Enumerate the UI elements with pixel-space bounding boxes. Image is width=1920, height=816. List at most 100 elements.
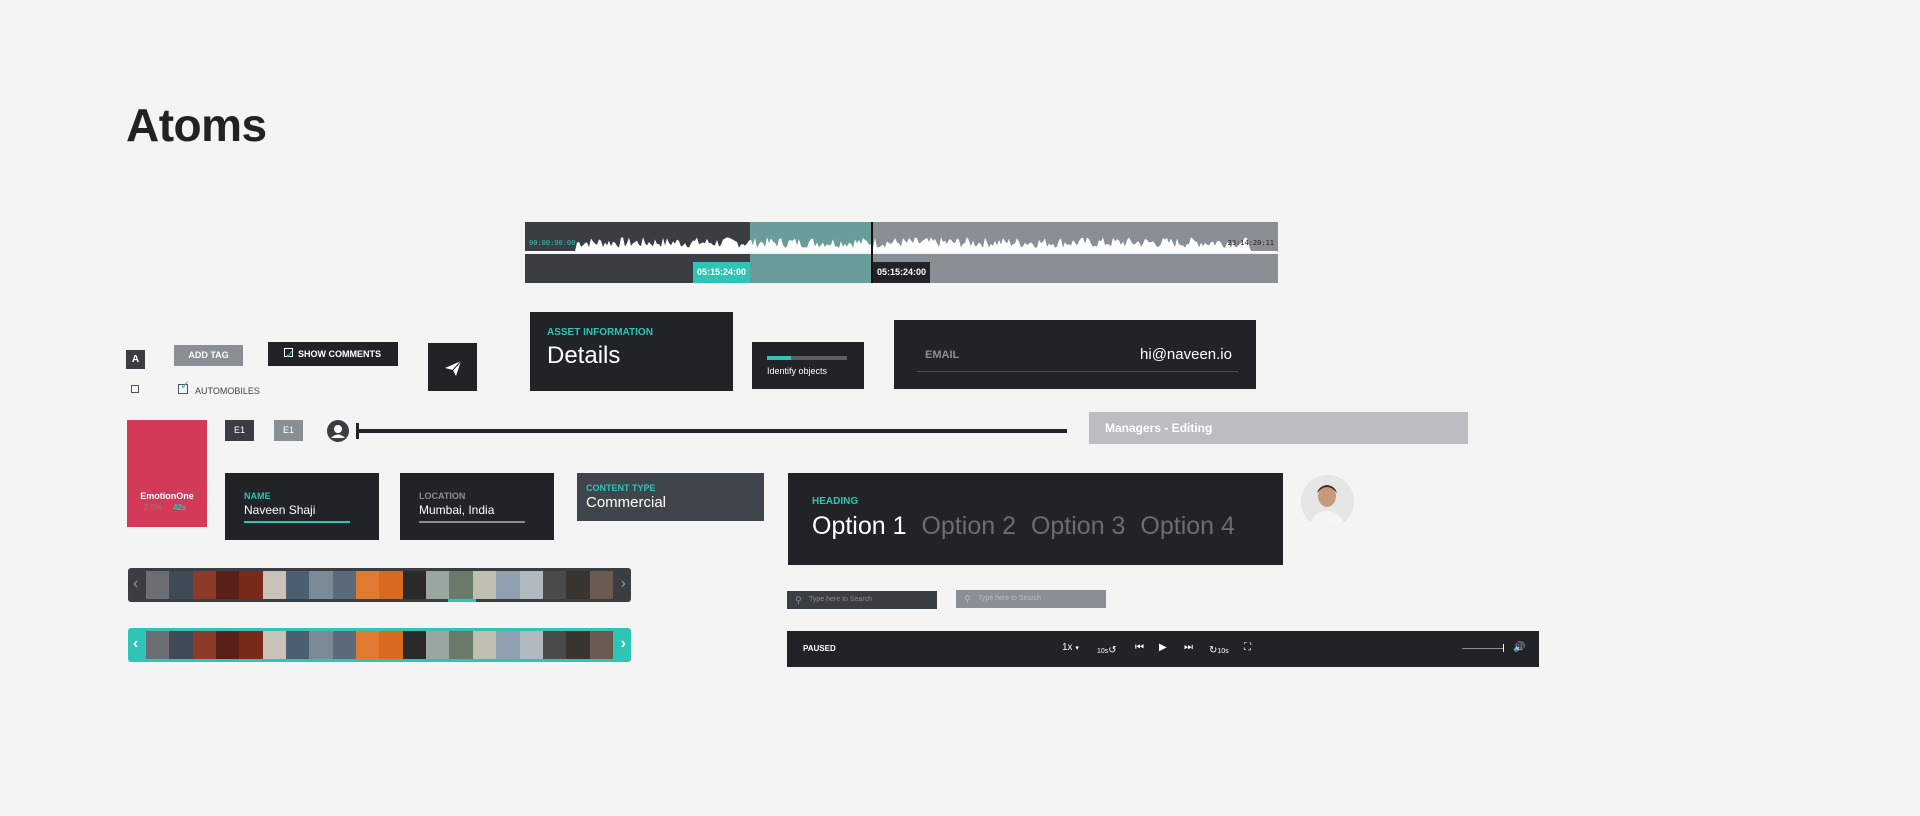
filmstrip-frame[interactable] [239,631,263,659]
avatar[interactable] [1301,475,1354,528]
filmstrip-frame[interactable] [426,571,450,599]
search-input-light[interactable]: ⚲ Type here to Search [956,590,1106,608]
send-button[interactable] [428,343,477,391]
filmstrip-frame[interactable] [566,571,590,599]
identify-objects-progress: Identify objects [752,342,864,389]
filmstrip-frame[interactable] [192,571,217,599]
filmstrip-frame[interactable] [379,631,403,659]
filmstrip-frame[interactable] [566,631,590,659]
filmstrip-frame[interactable] [192,631,217,659]
user-icon[interactable] [327,420,349,442]
filmstrip-frame[interactable] [286,631,310,659]
filmstrip-frame[interactable] [146,571,170,599]
square-checkbox[interactable] [131,385,139,393]
filmstrip-frame[interactable] [589,571,613,599]
content-type-field[interactable]: CONTENT TYPE Commercial [577,473,764,521]
option-item[interactable]: Option 3 [1031,512,1126,540]
location-value[interactable]: Mumbai, India [419,503,494,517]
filmstrip-frame[interactable] [542,571,567,599]
show-comments-button[interactable]: ✓ SHOW COMMENTS [268,342,398,366]
name-field[interactable]: NAME Naveen Shaji [225,473,379,540]
content-type-label: CONTENT TYPE [586,483,656,493]
search-input-dark[interactable]: ⚲ Type here to Search [787,591,937,609]
asset-information-label: ASSET INFORMATION [547,327,653,338]
check-icon: ✓ [180,378,191,392]
filmstrip-frame[interactable] [496,571,520,599]
chevron-left-icon[interactable]: ‹ [133,575,138,593]
play-icon[interactable]: ▶ [1159,642,1167,653]
emotion-name: EmotionOne [140,491,194,501]
filmstrip-frame[interactable] [449,631,473,659]
playback-state: PAUSED [803,644,836,653]
page-title: Atoms [126,99,267,151]
timeline-end-time: 23:14:20:11 [1227,239,1274,247]
filmstrip-frame[interactable] [169,571,193,599]
option-item[interactable]: Option 1 [812,512,907,540]
letter-tag[interactable]: A [126,350,145,369]
filmstrip-frame[interactable] [402,631,427,659]
filmstrip-frame[interactable] [519,571,543,599]
emotion-duration: 42s [173,503,187,512]
filmstrip-frame[interactable] [519,631,543,659]
filmstrip-frame[interactable] [589,631,613,659]
filmstrip-frame[interactable] [356,631,380,659]
next-icon[interactable]: ⏭ [1184,642,1193,653]
show-comments-label: SHOW COMMENTS [298,349,381,359]
emotion-card[interactable]: EmotionOne 2.5% 42s [127,420,207,527]
filmstrip-frame[interactable] [402,571,427,599]
filmstrip-active[interactable]: ‹ › [128,628,631,662]
progress-fill [767,356,791,360]
content-type-value[interactable]: Commercial [586,494,666,511]
volume-handle[interactable] [1503,644,1504,652]
filmstrip-frame[interactable] [216,571,240,599]
speed-selector[interactable]: 1x ▾ [1062,642,1079,653]
filmstrip-frame[interactable] [472,571,497,599]
filmstrip-frame[interactable] [449,571,473,599]
filmstrip-frames [146,571,613,599]
chevron-right-icon[interactable]: › [621,575,626,593]
skip-back-button[interactable]: 10s↺ [1097,645,1117,656]
filmstrip-frame[interactable] [262,631,287,659]
search-placeholder: Type here to Search [978,595,1042,602]
filmstrip-frame[interactable] [262,571,287,599]
emotion-percent: 2.5% [144,503,163,512]
option-item[interactable]: Option 2 [921,512,1016,540]
option-heading: HEADING [812,496,859,507]
filmstrip-frame[interactable] [542,631,567,659]
filmstrip-frame[interactable] [426,631,450,659]
episode-tag-light[interactable]: E1 [274,420,303,441]
slider-track[interactable] [357,429,1067,433]
filmstrip-frame[interactable] [286,571,310,599]
filmstrip-frame[interactable] [309,571,333,599]
volume-slider[interactable] [1462,648,1504,649]
filmstrip-frame[interactable] [332,631,357,659]
filmstrip-frame[interactable] [496,631,520,659]
location-label: LOCATION [419,491,466,501]
fullscreen-icon[interactable]: ⛶ [1244,642,1251,653]
filmstrip-frame[interactable] [169,631,193,659]
filmstrip-frame[interactable] [239,571,263,599]
filmstrip-frame[interactable] [472,631,497,659]
volume-icon[interactable]: 🔊 [1513,642,1525,653]
filmstrip-frame[interactable] [309,631,333,659]
timeline-scrubber[interactable]: 00:00:00:00 23:14:20:11 05:15:24:00 05:1… [525,222,1278,283]
filmstrip-frame[interactable] [379,571,403,599]
episode-tag-dark[interactable]: E1 [225,420,254,441]
chevron-right-icon[interactable]: › [621,635,626,653]
filmstrip-frame[interactable] [332,571,357,599]
managers-editing-bar[interactable]: Managers - Editing [1089,412,1468,444]
rewind-icon: ↺ [1108,645,1117,656]
email-value[interactable]: hi@naveen.io [1140,346,1232,363]
chevron-left-icon[interactable]: ‹ [133,635,138,653]
name-value[interactable]: Naveen Shaji [244,503,315,517]
location-field[interactable]: LOCATION Mumbai, India [400,473,554,540]
add-tag-button[interactable]: ADD TAG [174,345,243,366]
filmstrip-frame[interactable] [216,631,240,659]
filmstrip-frame[interactable] [146,631,170,659]
email-field[interactable]: EMAIL hi@naveen.io [894,320,1256,389]
skip-forward-button[interactable]: ↻10s [1209,645,1229,656]
filmstrip-default[interactable]: ‹ › [128,568,631,602]
filmstrip-frame[interactable] [356,571,380,599]
previous-icon[interactable]: ⏮ [1135,642,1144,653]
option-item[interactable]: Option 4 [1140,512,1235,540]
